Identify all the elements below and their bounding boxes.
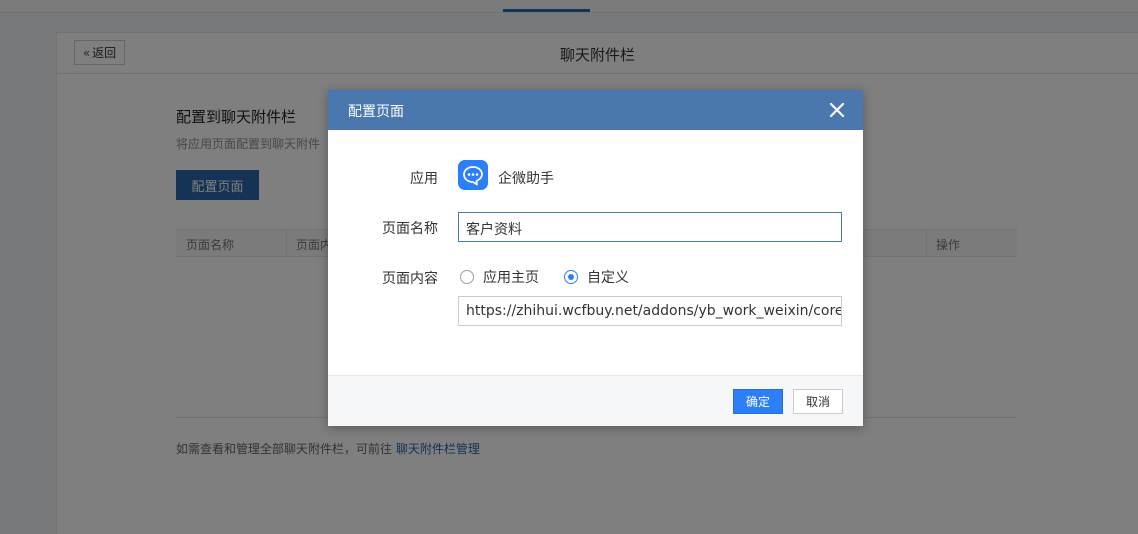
page-content-label: 页面内容 <box>382 271 438 287</box>
cancel-button[interactable]: 取消 <box>793 389 843 414</box>
radio-custom-label: 自定义 <box>587 270 629 286</box>
page-name-input[interactable]: 客户资料 <box>458 212 842 242</box>
dialog-title: 配置页面 <box>348 104 404 120</box>
app-name: 企微助手 <box>498 171 554 187</box>
confirm-button[interactable]: 确定 <box>733 389 783 414</box>
custom-url-input[interactable]: https://zhihui.wcfbuy.net/addons/yb_work… <box>458 296 842 326</box>
app-label: 应用 <box>410 171 438 187</box>
dialog-footer: 确定 取消 <box>328 375 863 426</box>
dialog-header: 配置页面 <box>328 90 863 130</box>
config-page-dialog: 配置页面 应用 企微助手 页面名称 客户资料 页面内容 应用主页 自定义 htt… <box>328 90 863 426</box>
radio-app-home-label: 应用主页 <box>483 270 539 286</box>
radio-app-home[interactable]: 应用主页 <box>460 267 539 287</box>
close-icon[interactable] <box>827 100 847 120</box>
chat-bubble-icon <box>458 160 488 190</box>
radio-unchecked-icon[interactable] <box>460 270 474 284</box>
page-name-label: 页面名称 <box>382 221 438 237</box>
radio-custom[interactable]: 自定义 <box>564 267 629 287</box>
radio-checked-icon[interactable] <box>564 270 578 284</box>
